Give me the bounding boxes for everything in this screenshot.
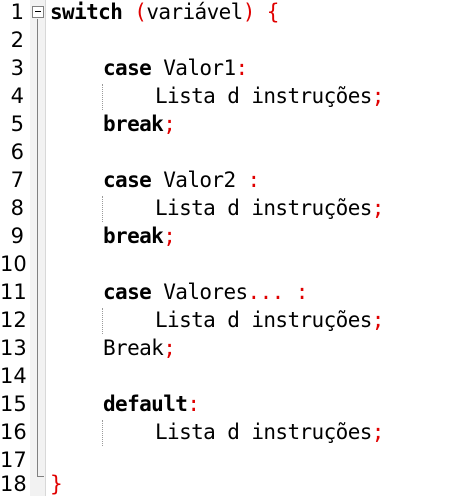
closing-brace: } [50, 472, 63, 496]
statement-text: Lista d instruções [155, 308, 372, 332]
semicolon: ; [371, 420, 385, 444]
line-number: 4 [10, 84, 24, 108]
line-number: 18 [0, 472, 27, 496]
line-number: 7 [10, 168, 24, 192]
line-number: 5 [10, 112, 24, 136]
code-editor[interactable]: 1 switch (variável) { 2 3 case Valor1: 4… [0, 0, 466, 496]
line-content: Lista d instruções; [155, 196, 384, 220]
line-content: Lista d instruções; [155, 308, 384, 332]
line-content: break; [103, 224, 176, 248]
break-text: Break [103, 336, 164, 360]
line-content: case Valor2 : [103, 168, 260, 192]
keyword-case: case [103, 280, 152, 304]
keyword-default: default [103, 392, 188, 416]
line-content: Break; [103, 336, 176, 360]
line-number: 2 [10, 28, 24, 52]
keyword-case: case [103, 56, 152, 80]
close-paren-brace: ) { [242, 0, 280, 24]
code-line[interactable]: 2 [0, 28, 466, 56]
line-content: Lista d instruções; [155, 420, 384, 444]
line-content: case Valor1: [103, 56, 248, 80]
case-value: Valores [151, 280, 248, 304]
code-line[interactable]: 11 case Valores... : [0, 280, 466, 308]
line-number: 3 [10, 56, 24, 80]
line-number: 8 [10, 196, 24, 220]
keyword-switch: switch [50, 0, 123, 24]
line-content: } [50, 472, 63, 496]
line-number: 12 [0, 308, 27, 332]
code-line[interactable]: 1 switch (variável) { [0, 0, 466, 28]
line-number: 15 [0, 392, 27, 416]
line-number: 14 [0, 364, 27, 388]
code-line[interactable]: 5 break; [0, 112, 466, 140]
colon: : [247, 168, 261, 192]
case-value: Valor1 [151, 56, 236, 80]
code-line[interactable]: 4 Lista d instruções; [0, 84, 466, 112]
ellipsis-colon: ... : [247, 280, 309, 304]
semicolon: ; [163, 112, 176, 136]
variable-name: variável [146, 0, 243, 24]
semicolon: ; [371, 84, 385, 108]
line-content: Lista d instruções; [155, 84, 384, 108]
statement-text: Lista d instruções [155, 84, 372, 108]
code-line[interactable]: 10 [0, 252, 466, 280]
line-content: case Valores... : [103, 280, 308, 304]
statement-text: Lista d instruções [155, 196, 372, 220]
keyword-break: break [103, 224, 164, 248]
line-content: break; [103, 112, 176, 136]
code-line[interactable]: 12 Lista d instruções; [0, 308, 466, 336]
open-paren: ( [122, 0, 147, 24]
case-value: Valor2 [151, 168, 248, 192]
code-line[interactable]: 13 Break; [0, 336, 466, 364]
code-line[interactable]: 14 [0, 364, 466, 392]
code-line[interactable]: 9 break; [0, 224, 466, 252]
code-line[interactable]: 6 [0, 140, 466, 168]
line-number: 11 [0, 280, 27, 304]
line-number: 16 [0, 420, 27, 444]
semicolon: ; [371, 308, 385, 332]
semicolon: ; [163, 224, 176, 248]
code-line[interactable]: 15 default: [0, 392, 466, 420]
code-line[interactable]: 7 case Valor2 : [0, 168, 466, 196]
line-number: 10 [0, 252, 27, 276]
code-line[interactable]: 18 } [0, 472, 466, 496]
code-line[interactable]: 3 case Valor1: [0, 56, 466, 84]
semicolon: ; [163, 336, 176, 360]
line-content: default: [103, 392, 200, 416]
line-number: 9 [10, 224, 24, 248]
statement-text: Lista d instruções [155, 420, 372, 444]
semicolon: ; [371, 196, 385, 220]
line-number: 17 [0, 448, 27, 472]
keyword-case: case [103, 168, 152, 192]
keyword-break: break [103, 112, 164, 136]
colon: : [187, 392, 200, 416]
code-line[interactable]: 8 Lista d instruções; [0, 196, 466, 224]
line-number: 1 [10, 0, 24, 24]
line-number: 6 [10, 140, 24, 164]
line-content: switch (variável) { [50, 0, 279, 24]
line-number: 13 [0, 336, 27, 360]
colon: : [235, 56, 249, 80]
code-line[interactable]: 16 Lista d instruções; [0, 420, 466, 448]
